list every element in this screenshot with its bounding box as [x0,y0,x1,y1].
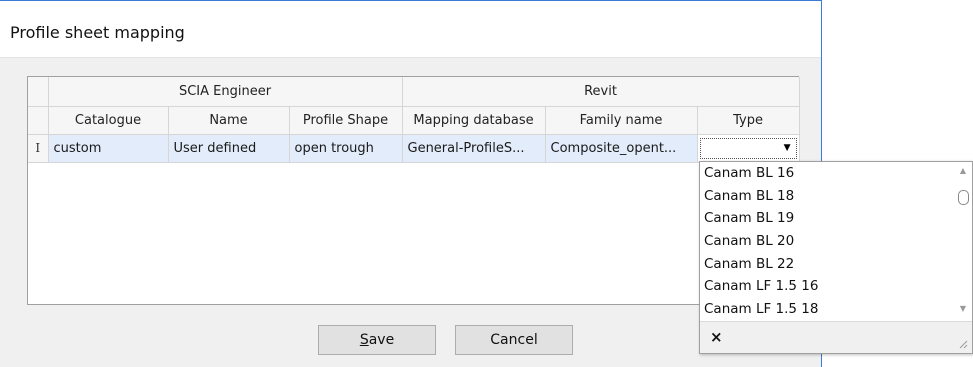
group-header-revit: Revit [402,77,800,107]
corner-header [28,77,49,107]
column-header-family-name[interactable]: Family name [545,106,698,135]
cell-family-name[interactable]: Composite_opent... [545,134,698,163]
cell-mapping-database[interactable]: General-ProfileS... [402,134,546,163]
table-row[interactable]: I custom User defined open trough Genera… [28,134,800,163]
close-icon[interactable]: × [710,328,723,346]
column-header-mapping-database[interactable]: Mapping database [402,106,546,135]
list-item[interactable]: Canam BL 20 [700,230,955,253]
dropdown-scrollbar[interactable]: ▲ ▼ [954,162,972,322]
dropdown-options[interactable]: Canam BL 16 Canam BL 18 Canam BL 19 Cana… [700,162,955,322]
cell-type-combobox[interactable]: ▼ [697,134,800,163]
save-button-label: Save [359,332,395,348]
type-dropdown-list[interactable]: Canam BL 16 Canam BL 18 Canam BL 19 Cana… [699,161,973,354]
cancel-button-label: Cancel [490,332,538,348]
list-item[interactable]: Canam LF 1.5 16 [700,275,955,298]
list-item[interactable]: Canam BL 16 [700,162,955,185]
group-header-scia: SCIA Engineer [48,77,403,107]
list-item[interactable]: Canam BL 19 [700,207,955,230]
list-item[interactable]: Canam BL 18 [700,185,955,208]
dropdown-footer: × [700,321,972,353]
mapping-grid[interactable]: SCIA Engineer Revit Catalogue Name Profi… [27,76,800,305]
row-header-blank [28,106,49,135]
chevron-down-icon[interactable]: ▼ [784,143,791,153]
focus-rectangle [699,137,797,159]
scrollbar-thumb[interactable] [958,190,969,205]
column-header-type[interactable]: Type [697,106,800,135]
resize-grip-icon[interactable] [958,339,968,349]
cell-profile-shape[interactable]: open trough [289,134,403,163]
column-header-catalogue[interactable]: Catalogue [48,106,169,135]
list-item[interactable]: Canam LF 1.5 18 [700,298,955,321]
cell-name[interactable]: User defined [168,134,290,163]
row-edit-indicator: I [28,134,49,163]
column-header-profile-shape[interactable]: Profile Shape [289,106,403,135]
dialog-title: Profile sheet mapping [10,23,185,42]
list-item[interactable]: Canam BL 22 [700,253,955,276]
scroll-down-arrow-icon[interactable]: ▼ [954,304,972,318]
scroll-up-arrow-icon[interactable]: ▲ [954,166,972,180]
cancel-button[interactable]: Cancel [455,325,573,355]
cell-catalogue[interactable]: custom [48,134,169,163]
column-header-name[interactable]: Name [168,106,290,135]
save-button[interactable]: Save [318,325,436,355]
